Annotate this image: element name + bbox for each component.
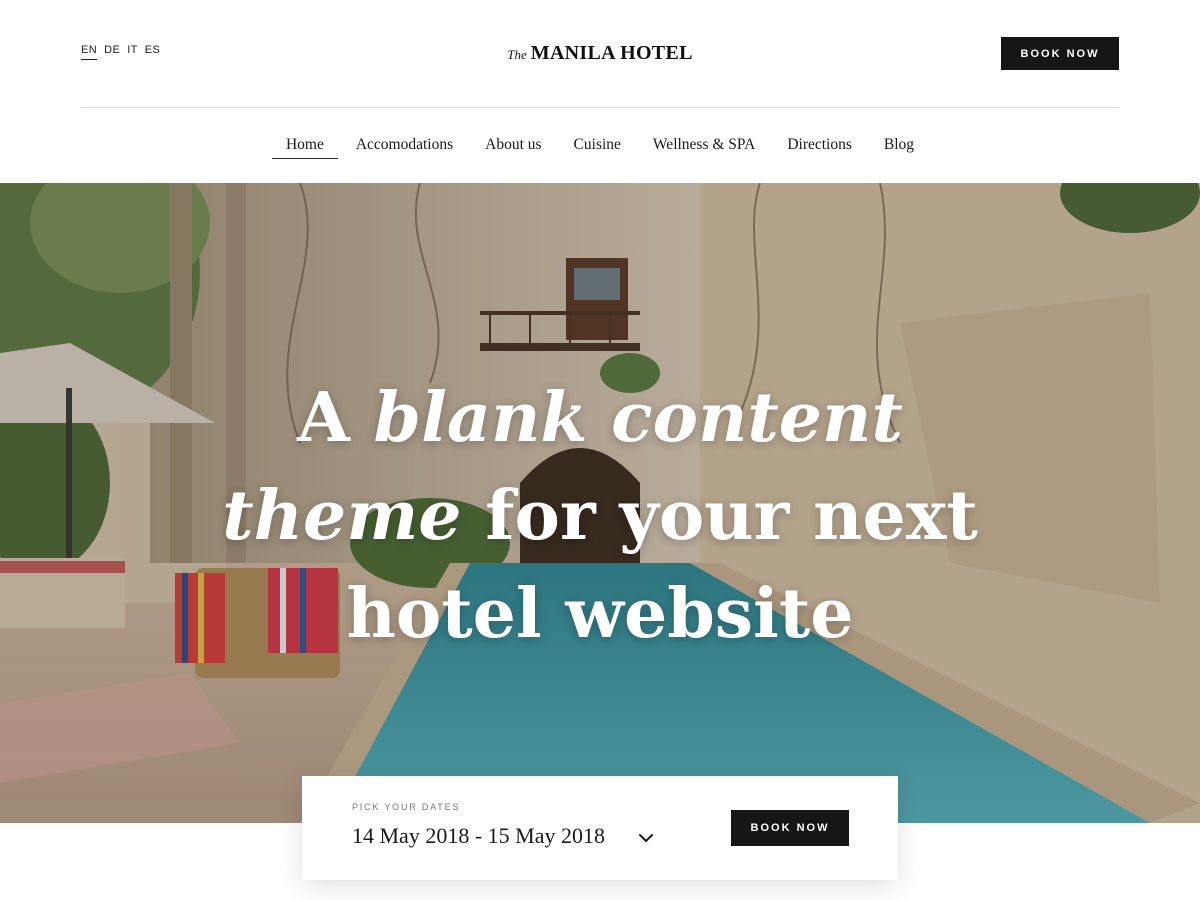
booking-book-now-button[interactable]: BOOK NOW bbox=[731, 810, 849, 846]
main-nav: Home Accomodations About us Cuisine Well… bbox=[0, 136, 1200, 159]
headline-line-1: A blank content bbox=[297, 378, 903, 458]
nav-item-home[interactable]: Home bbox=[271, 136, 338, 159]
header-book-now-button[interactable]: BOOK NOW bbox=[1001, 37, 1119, 70]
headline-line-3: hotel website bbox=[346, 574, 854, 654]
chevron-down-icon[interactable] bbox=[636, 828, 656, 848]
logo-prefix: The bbox=[507, 47, 527, 62]
nav-item-cuisine[interactable]: Cuisine bbox=[572, 136, 623, 159]
hero-headline: A blank content theme for your next hote… bbox=[0, 369, 1200, 663]
nav-item-blog[interactable]: Blog bbox=[882, 136, 916, 159]
nav-item-directions[interactable]: Directions bbox=[785, 136, 854, 159]
logo-name: MANILA HOTEL bbox=[530, 42, 693, 64]
header-divider bbox=[81, 107, 1119, 108]
pick-dates-label: PICK YOUR DATES bbox=[352, 802, 461, 812]
date-range-selector[interactable]: 14 May 2018 - 15 May 2018 bbox=[352, 823, 605, 849]
site-header: EN DE IT ES The MANILA HOTEL BOOK NOW bbox=[0, 0, 1200, 108]
nav-item-about-us[interactable]: About us bbox=[483, 136, 543, 159]
nav-item-wellness-spa[interactable]: Wellness & SPA bbox=[651, 136, 757, 159]
nav-item-accomodations[interactable]: Accomodations bbox=[354, 136, 455, 159]
headline-line-2: theme for your next bbox=[222, 476, 978, 556]
hero-section: A blank content theme for your next hote… bbox=[0, 183, 1200, 823]
booking-widget: PICK YOUR DATES 14 May 2018 - 15 May 201… bbox=[302, 776, 898, 880]
